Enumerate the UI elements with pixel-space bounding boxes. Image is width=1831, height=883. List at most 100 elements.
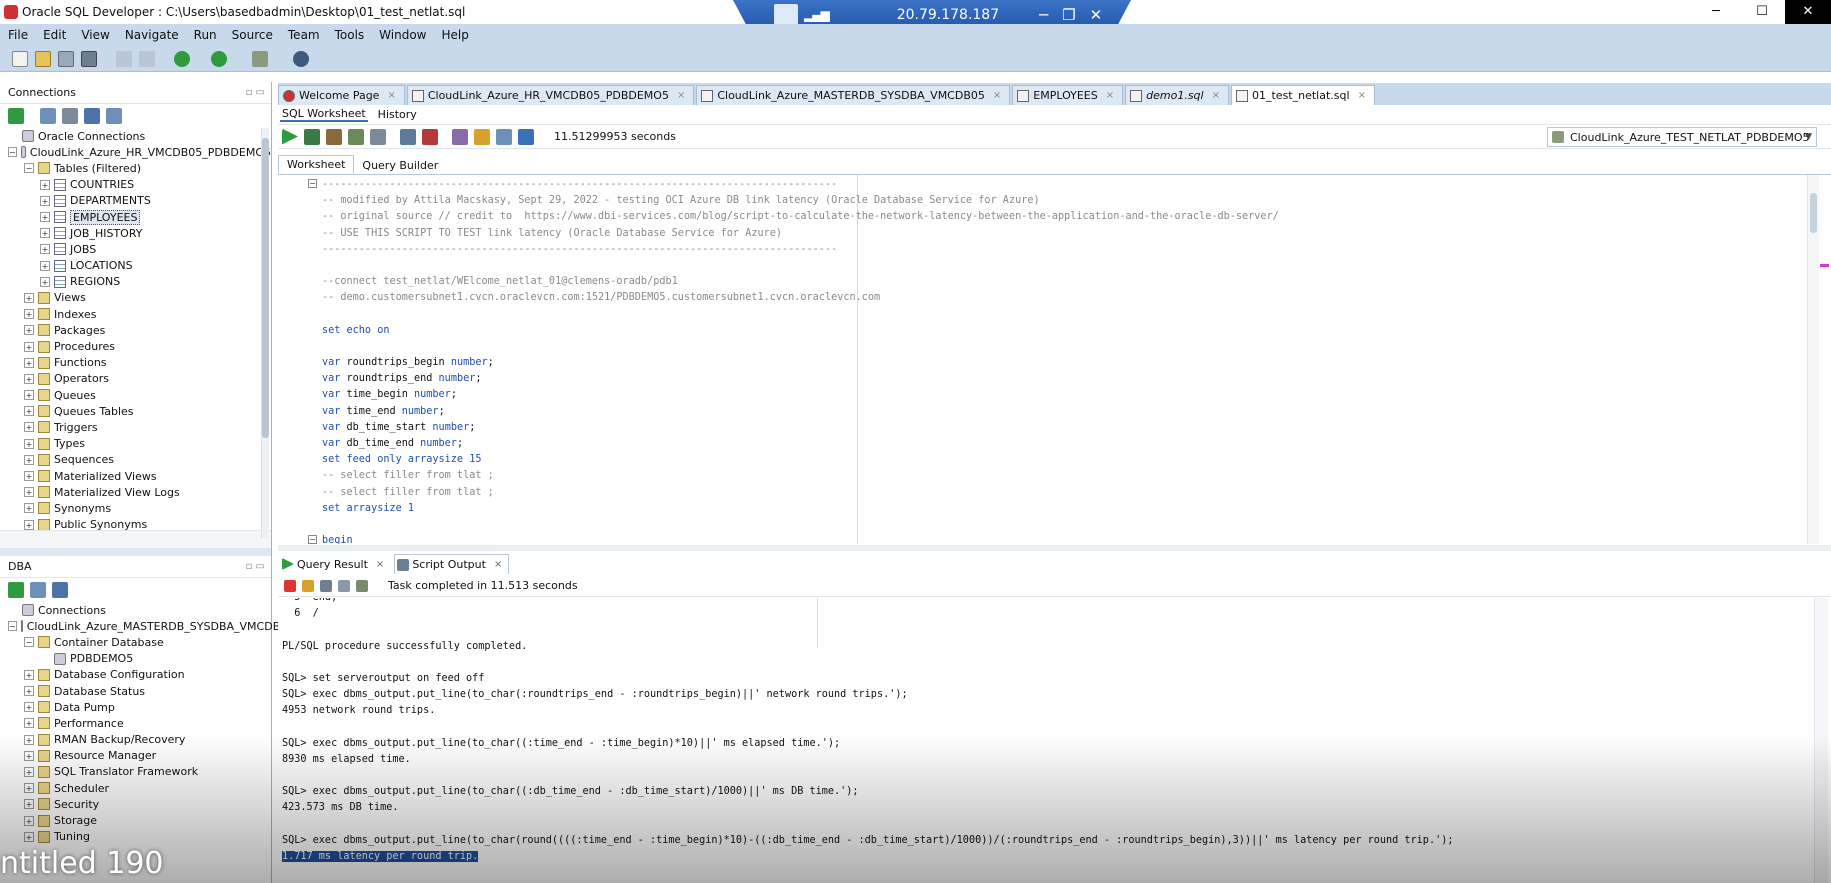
tree-node-jobs[interactable]: + JOBS [0,241,271,257]
tree-node-packages[interactable]: + Packages [0,322,271,338]
menu-tools[interactable]: Tools [335,28,365,42]
maximize-icon[interactable]: ☐ [1739,0,1785,24]
tree-node-operators[interactable]: + Operators [0,371,271,387]
output-line[interactable]: 4953 network round trips. [282,703,1453,719]
code-line[interactable]: -- demo.customersubnet1.cvcn.oraclevcn.c… [322,290,1279,306]
expand-icon[interactable]: + [24,390,34,401]
close-icon[interactable]: × [677,90,685,101]
expand-icon[interactable]: + [24,750,34,761]
add-connection-icon[interactable] [8,108,24,124]
output-line[interactable] [282,622,1453,638]
expand-icon[interactable]: + [24,422,34,433]
expand-icon[interactable]: + [24,471,34,482]
connections-scrollbar[interactable] [261,128,269,538]
expand-icon[interactable]: + [40,260,50,271]
close-icon[interactable]: × [993,90,1001,101]
tree-node-tuning[interactable]: + Tuning [0,829,271,845]
code-line[interactable] [322,307,1279,323]
code-line[interactable]: var time_begin number;var time_begin num… [322,387,1279,403]
collapse-icon[interactable]: − [8,621,17,632]
code-line[interactable]: -- original source // credit to https://… [322,209,1279,225]
output-line[interactable] [282,720,1453,736]
tab-sql-worksheet[interactable]: SQL Worksheet [280,107,368,122]
output-line[interactable] [282,655,1453,671]
sql-connection-icon[interactable] [252,50,268,67]
expand-icon[interactable]: + [24,309,34,320]
expand-icon[interactable]: + [24,519,34,530]
minimize-icon[interactable]: ─ [1693,0,1739,24]
tab-demo1-sql[interactable]: demo1.sql × [1125,85,1229,105]
expand-icon[interactable]: + [24,503,34,514]
expand-icon[interactable]: + [40,244,50,255]
close-icon[interactable]: × [387,90,395,101]
tree-node-regions[interactable]: + REGIONS [0,274,271,290]
save-icon[interactable] [58,50,74,67]
code-line[interactable]: --connect test_netlat/WElcome_netlat_01@… [322,274,1279,290]
tree-node-indexes[interactable]: + Indexes [0,306,271,322]
expand-icon[interactable]: + [24,831,34,842]
menu-navigate[interactable]: Navigate [125,28,179,42]
code-line[interactable]: -- modified by Attila Macskasy, Sept 29,… [322,193,1279,209]
tab-01-test-netlat-sql[interactable]: 01_test_netlat.sql × [1231,85,1375,105]
code-line[interactable]: var time_end number;var time_end number; [322,404,1279,420]
collapse-icon[interactable]: − [24,637,34,648]
format-icon[interactable] [518,128,534,145]
code-line[interactable]: ----------------------------------------… [322,177,1279,193]
expand-icon[interactable]: + [24,292,34,303]
tab-query-builder[interactable]: Query Builder [354,157,446,174]
tree-node-procedures[interactable]: + Procedures [0,338,271,354]
rdp-restore-icon[interactable]: ❐ [1062,6,1075,24]
expand-icon[interactable]: + [24,325,34,336]
back-icon[interactable] [174,50,190,67]
output-line[interactable]: 423.573 ms DB time. [282,800,1453,816]
output-line[interactable]: PL/SQL procedure successfully completed. [282,639,1453,655]
expand-icon[interactable]: + [24,783,34,794]
code-line[interactable] [322,258,1279,274]
output-line[interactable] [282,865,1453,881]
tree-node-job-history[interactable]: + JOB_HISTORY [0,225,271,241]
collapse-all-icon[interactable] [106,108,122,124]
tree-node-database-status[interactable]: + Database Status [0,683,271,699]
tab-cloudlink-azure-hr-vmcdb05-pdbdemo5[interactable]: CloudLink_Azure_HR_VMCDB05_PDBDEMO5 × [406,85,695,105]
output-line[interactable] [282,817,1453,833]
close-icon[interactable]: × [1358,90,1366,101]
code-line[interactable]: var db_time_end number;var db_time_end n… [322,436,1279,452]
tree-node-rman-backup-recovery[interactable]: + RMAN Backup/Recovery [0,732,271,748]
expand-icon[interactable]: + [24,766,34,777]
tree-node-pdbdemo5[interactable]: PDBDEMO5 [0,651,271,667]
output-line[interactable]: 1.717 ms latency per round trip. [282,849,1453,865]
expand-icon[interactable]: + [24,702,34,713]
menu-run[interactable]: Run [194,28,217,42]
expand-icon[interactable]: + [24,799,34,810]
expand-icon[interactable]: + [40,228,50,239]
expand-icon[interactable]: + [40,179,50,190]
menu-edit[interactable]: Edit [43,28,66,42]
expand-icon[interactable]: + [24,669,34,680]
expand-icon[interactable]: + [24,718,34,729]
fold-toggle-icon[interactable]: − [308,179,317,188]
code-line[interactable] [322,339,1279,355]
sql-history-icon[interactable] [496,128,512,145]
menu-file[interactable]: File [8,28,28,42]
output-line[interactable] [282,768,1453,784]
menu-window[interactable]: Window [379,28,426,42]
close-icon[interactable]: × [376,559,384,570]
signal-icon[interactable]: ▂▄▆ [804,8,830,22]
tree-node-locations[interactable]: + LOCATIONS [0,258,271,274]
new-file-icon[interactable] [12,50,28,67]
tree-node-materialized-view-logs[interactable]: + Materialized View Logs [0,484,271,500]
refresh-icon[interactable] [40,108,56,124]
tab-employees[interactable]: EMPLOYEES × [1012,85,1124,105]
code-line[interactable]: set arraysize 1 [322,501,1279,517]
code-line[interactable]: -- select filler from tlat ; [322,468,1279,484]
menu-team[interactable]: Team [288,28,320,42]
tree-node-triggers[interactable]: + Triggers [0,419,271,435]
tree-node-container-database[interactable]: − Container Database [0,634,271,650]
output-line[interactable]: SQL> exec dbms_output.put_line(to_char(r… [282,833,1453,849]
tree-node-sequences[interactable]: + Sequences [0,452,271,468]
dba-add-connection-icon[interactable] [8,582,24,598]
menu-source[interactable]: Source [232,28,273,42]
tree-node-employees[interactable]: + EMPLOYEES [0,209,271,225]
expand-icon[interactable]: + [40,212,50,223]
tab-query-result[interactable]: Query Result × [280,554,390,574]
